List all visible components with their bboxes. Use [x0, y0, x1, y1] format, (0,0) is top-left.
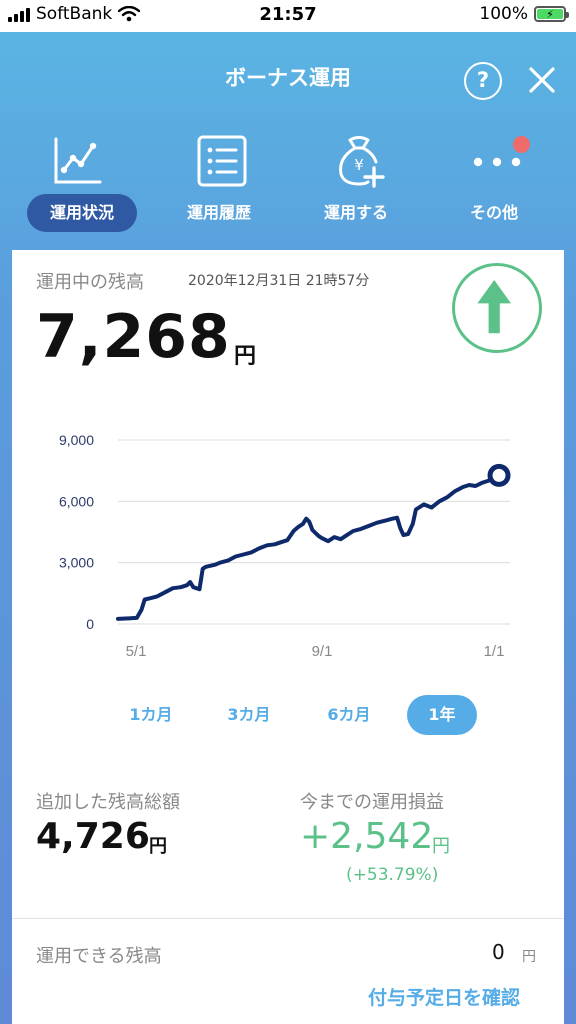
added-amount: 4,726 — [36, 816, 150, 857]
x-tick-label: 1/1 — [484, 643, 505, 660]
available-unit: 円 — [522, 949, 536, 965]
check-grant-date-link[interactable]: 付与予定日を確認 — [368, 983, 520, 1010]
y-tick-label: 9,000 — [59, 432, 94, 448]
divider — [12, 918, 564, 919]
x-tick-label: 5/1 — [126, 643, 147, 660]
balance-chart: 9,000 6,000 3,000 0 5/1 9/1 1/1 — [59, 432, 511, 660]
y-tick-label: 3,000 — [59, 555, 94, 571]
up-arrow-icon — [452, 263, 542, 353]
x-tick-label: 9/1 — [312, 643, 333, 660]
latest-point-marker — [487, 463, 511, 487]
notification-dot — [513, 136, 530, 153]
period-tab-6m[interactable]: 6カ月 — [314, 695, 384, 735]
balance-label: 運用中の残高 — [36, 272, 144, 293]
balance-card: 運用中の残高 2020年12月31日 21時57分 7,268 円 9,000 6… — [12, 250, 564, 1024]
period-tab-1y[interactable]: 1年 — [407, 695, 477, 735]
profit-percent: (+53.79%) — [346, 865, 439, 885]
available-label: 運用できる残高 — [36, 946, 162, 967]
close-icon[interactable] — [526, 64, 558, 96]
yen-bag-plus-icon: ¥ — [339, 136, 385, 188]
nav-label-history: 運用履歴 — [186, 203, 251, 222]
line-chart-icon — [54, 137, 102, 184]
y-tick-label: 0 — [86, 616, 94, 632]
profit-label: 今までの運用損益 — [300, 792, 444, 813]
nav-item-status[interactable]: 運用状況 — [5, 128, 145, 238]
y-tick-label: 6,000 — [59, 493, 94, 509]
balance-unit: 円 — [234, 344, 257, 369]
battery-percent: 100% — [479, 4, 528, 24]
series-line — [116, 473, 501, 621]
added-unit: 円 — [149, 836, 167, 857]
list-icon — [197, 135, 247, 187]
nav-label-invest: 運用する — [323, 203, 388, 222]
balance-amount: 7,268 — [36, 302, 231, 372]
nav-item-other[interactable]: その他 — [424, 128, 564, 238]
period-tab-1m[interactable]: 1カ月 — [116, 695, 186, 735]
added-label: 追加した残高総額 — [36, 792, 180, 813]
status-right: 100% ⚡ — [479, 4, 569, 24]
period-tab-3m[interactable]: 3カ月 — [214, 695, 284, 735]
profit-unit: 円 — [432, 836, 450, 857]
top-nav: 運用状況 運用履歴 ¥ 運用する その他 — [0, 128, 576, 238]
battery-icon: ⚡ — [534, 6, 569, 22]
available-amount: 0 — [492, 940, 505, 964]
balance-date: 2020年12月31日 21時57分 — [188, 273, 370, 289]
status-bar: SoftBank 21:57 100% ⚡ — [0, 0, 576, 32]
nav-label-other: その他 — [469, 203, 518, 222]
profit-amount: +2,542 — [300, 816, 434, 857]
help-button[interactable]: ? — [464, 62, 502, 100]
nav-label-status: 運用状況 — [27, 194, 137, 232]
nav-item-history[interactable]: 運用履歴 — [149, 128, 289, 238]
svg-text:¥: ¥ — [354, 156, 364, 174]
period-tabs: 1カ月 3カ月 6カ月 1年 — [12, 695, 564, 739]
nav-item-invest[interactable]: ¥ 運用する — [286, 128, 426, 238]
